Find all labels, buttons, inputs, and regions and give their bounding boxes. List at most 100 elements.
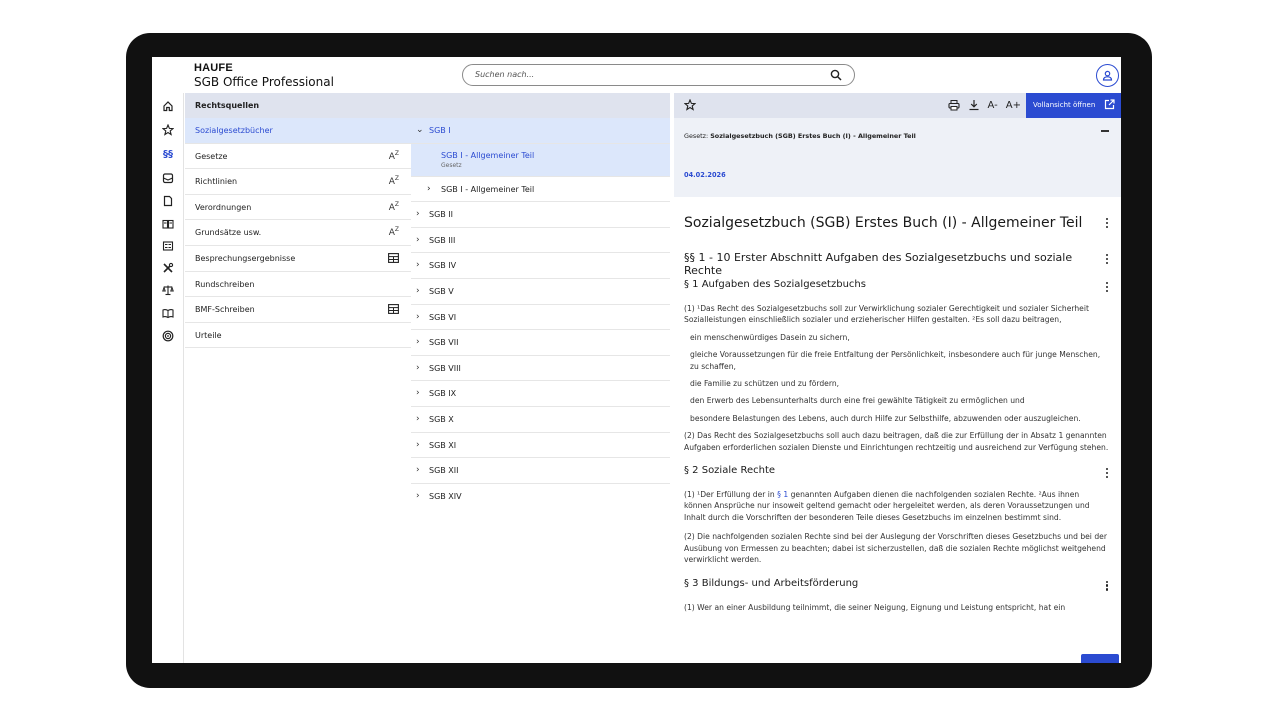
more-options-icon[interactable] [1106, 468, 1109, 479]
document-body: Sozialgesetzbuch (SGB) Erstes Buch (I) -… [674, 215, 1121, 613]
book-item[interactable]: › SGB IV [411, 253, 670, 279]
target-icon[interactable] [161, 329, 175, 343]
section-range-text: §§ 1 - 10 Erster Abschnitt Aufgaben des … [684, 251, 1073, 277]
paragraph-text: (2) Das Recht des Sozialgesetzbuchs soll… [684, 431, 1109, 452]
chevron-right-icon: › [427, 183, 431, 194]
book-item[interactable]: › SGB XI [411, 433, 670, 459]
more-options-icon[interactable] [1106, 254, 1109, 265]
source-item-gesetze[interactable]: Gesetze AZ [185, 144, 411, 170]
sort-az-icon[interactable]: AZ [389, 226, 399, 238]
document-icon[interactable] [161, 194, 175, 208]
book-item[interactable]: › SGB X [411, 407, 670, 433]
source-item-sozialgesetzbuecher[interactable]: Sozialgesetzbücher [185, 118, 411, 144]
list-item: den Erwerb des Lebensunterhalts durch ei… [690, 396, 1025, 406]
print-icon[interactable] [947, 99, 960, 111]
chevron-right-icon: › [416, 260, 420, 271]
book-item[interactable]: › SGB IX [411, 381, 670, 407]
book-item-sgb-i[interactable]: ⌄ SGB I [411, 118, 670, 144]
source-item-label: Richtlinien [195, 177, 238, 187]
list-item: gleiche Voraussetzungen für die freie En… [690, 350, 1101, 371]
sort-az-icon[interactable]: AZ [389, 201, 399, 213]
chevron-right-icon: › [416, 388, 420, 399]
chevron-right-icon: › [416, 413, 420, 424]
more-options-icon[interactable] [1106, 580, 1109, 592]
law-prefix: Gesetz: [684, 132, 711, 140]
star-icon[interactable] [161, 123, 175, 137]
paragraph-link[interactable]: § 1 [777, 490, 788, 499]
inbox-icon[interactable] [161, 171, 175, 185]
law-item-title: SGB I - Allgemeiner Teil [441, 150, 535, 160]
list-item: die Familie zu schützen und zu fördern, [690, 379, 840, 389]
news-icon[interactable] [161, 239, 175, 253]
font-smaller-button[interactable]: A- [988, 100, 998, 111]
source-item-label: BMF-Schreiben [195, 305, 255, 315]
sources-header: Rechtsquellen [185, 93, 411, 118]
book-item[interactable]: › SGB II [411, 202, 670, 228]
book-item[interactable]: › SGB XII [411, 458, 670, 484]
paragraph-text-part: (1) ¹Der Erfüllung der in [684, 490, 778, 500]
search-input[interactable]: Suchen nach... [462, 64, 855, 86]
source-item-grundsaetze[interactable]: Grundsätze usw. AZ [185, 220, 411, 246]
book-item[interactable]: › SGB VII [411, 330, 670, 356]
book-item[interactable]: › SGB VI [411, 305, 670, 331]
search-icon[interactable] [830, 69, 842, 81]
source-item-label: Besprechungsergebnisse [195, 253, 296, 263]
sort-az-icon[interactable]: AZ [389, 175, 399, 187]
open-fullview-button[interactable]: Vollansicht öffnen [1026, 93, 1121, 118]
source-item-besprechungsergebnisse[interactable]: Besprechungsergebnisse [185, 246, 411, 272]
download-icon[interactable] [968, 99, 980, 111]
book-item-label: SGB VII [429, 338, 459, 348]
source-item-label: Rundschreiben [195, 279, 255, 289]
user-account-button[interactable] [1096, 64, 1119, 87]
law-title: Sozialgesetzbuch (SGB) Erstes Buch (I) -… [710, 132, 916, 140]
source-item-label: Urteile [195, 330, 222, 340]
brand-name: HAUFE [194, 62, 233, 74]
source-item-urteile[interactable]: Urteile [185, 323, 411, 349]
external-link-icon [1104, 99, 1115, 110]
source-item-bmf-schreiben[interactable]: BMF-Schreiben [185, 297, 411, 323]
source-item-verordnungen[interactable]: Verordnungen AZ [185, 195, 411, 221]
book-item-label: SGB XIV [429, 491, 462, 501]
chevron-right-icon: › [416, 311, 420, 322]
brand-logo[interactable]: HAUFE SGB Office Professional [194, 62, 334, 90]
book-item-label: SGB II [429, 210, 454, 220]
tools-icon[interactable] [161, 261, 175, 275]
book-item[interactable]: › SGB VIII [411, 356, 670, 382]
paragraph-heading: § 1 Aufgaben des Sozialgesetzbuchs [684, 279, 1109, 295]
list-item: ein menschenwürdiges Dasein zu sichern, [690, 332, 850, 342]
scale-icon[interactable] [161, 283, 175, 297]
paragraph-text: (2) Die nachfolgenden sozialen Rechte si… [684, 532, 1107, 565]
book-item[interactable]: › SGB V [411, 279, 670, 305]
table-icon[interactable] [388, 304, 399, 315]
book-item-label: SGB X [429, 414, 454, 424]
book-item[interactable]: › SGB III [411, 228, 670, 254]
document-title-text: Sozialgesetzbuch (SGB) Erstes Buch (I) -… [684, 215, 1083, 231]
law-item[interactable]: › SGB I - Allgemeiner Teil [411, 177, 670, 203]
paragraph-icon[interactable]: §§ [161, 147, 175, 161]
paragraph-text: (1) ¹Das Recht des Sozialgesetzbuchs sol… [684, 304, 1089, 325]
favorite-star-icon[interactable] [684, 99, 696, 111]
book-item[interactable]: › SGB XIV [411, 484, 670, 510]
font-larger-button[interactable]: A+ [1006, 100, 1021, 111]
document-tools: A- A+ [947, 99, 1021, 111]
book-open-icon[interactable] [161, 306, 175, 320]
source-item-rundschreiben[interactable]: Rundschreiben [185, 272, 411, 298]
sort-az-icon[interactable]: AZ [389, 150, 399, 162]
source-item-label: Verordnungen [195, 202, 252, 212]
chevron-right-icon: › [416, 234, 420, 245]
floating-action-button[interactable] [1081, 654, 1119, 663]
book-icon[interactable] [161, 217, 175, 231]
document-toolbar: A- A+ Vollansicht öffnen [674, 93, 1121, 118]
more-options-icon[interactable] [1106, 282, 1109, 293]
chevron-right-icon: › [416, 439, 420, 450]
chevron-right-icon: › [416, 490, 420, 501]
law-item-selected[interactable]: SGB I - Allgemeiner Teil Gesetz [411, 143, 670, 177]
source-item-richtlinien[interactable]: Richtlinien AZ [185, 169, 411, 195]
collapse-icon[interactable] [1101, 130, 1109, 132]
chevron-right-icon: › [416, 465, 420, 476]
book-item-label: SGB XII [429, 466, 459, 476]
more-options-icon[interactable] [1106, 218, 1109, 229]
home-icon[interactable] [161, 99, 175, 113]
table-icon[interactable] [388, 253, 399, 263]
paragraph-heading-text: § 3 Bildungs- und Arbeitsförderung [684, 577, 859, 589]
